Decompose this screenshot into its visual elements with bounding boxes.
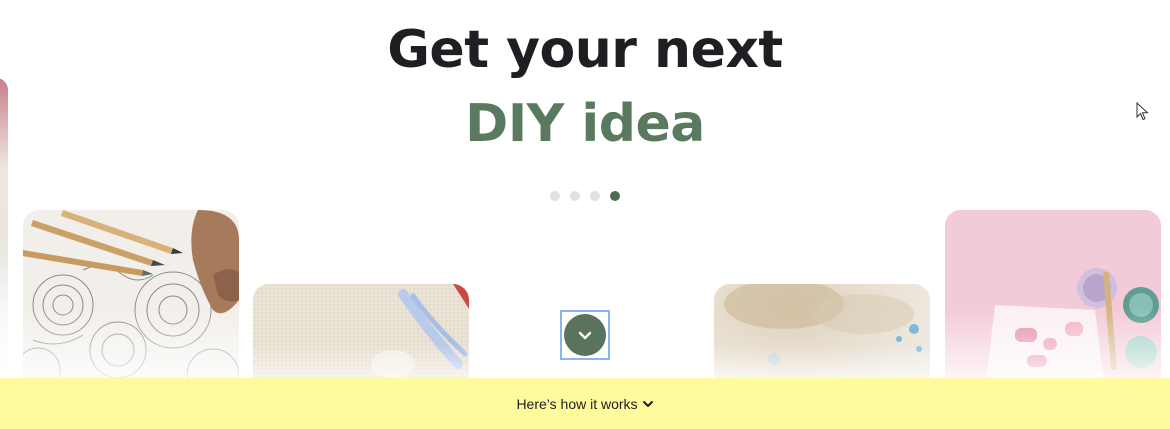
headline: Get your next bbox=[387, 20, 783, 80]
mouse-cursor-icon bbox=[1136, 102, 1149, 121]
pin-card-partial[interactable] bbox=[0, 78, 8, 378]
carousel-dot-2[interactable] bbox=[570, 191, 580, 201]
carousel-dot-3[interactable] bbox=[590, 191, 600, 201]
how-it-works-label: Here’s how it works bbox=[516, 395, 638, 412]
how-it-works-bar: Here’s how it works bbox=[0, 378, 1170, 429]
how-it-works-link[interactable]: Here’s how it works bbox=[516, 396, 653, 412]
pin-card-paint-pots[interactable] bbox=[945, 210, 1161, 390]
scroll-down-circle bbox=[564, 314, 606, 356]
carousel-dot-4[interactable] bbox=[610, 191, 620, 201]
homepage-hero: Get your next DIY idea Here’s how it wor… bbox=[0, 0, 1170, 429]
subheadline: DIY idea bbox=[465, 94, 705, 154]
paint-pots-image bbox=[945, 210, 1161, 390]
chevron-down-icon bbox=[578, 331, 592, 340]
carousel-dots bbox=[550, 191, 620, 201]
scroll-down-button[interactable] bbox=[560, 310, 610, 360]
mandala-coloring-image bbox=[23, 210, 239, 390]
chevron-down-icon bbox=[642, 400, 653, 407]
carousel-dot-1[interactable] bbox=[550, 191, 560, 201]
pin-card-coloring[interactable] bbox=[23, 210, 239, 390]
